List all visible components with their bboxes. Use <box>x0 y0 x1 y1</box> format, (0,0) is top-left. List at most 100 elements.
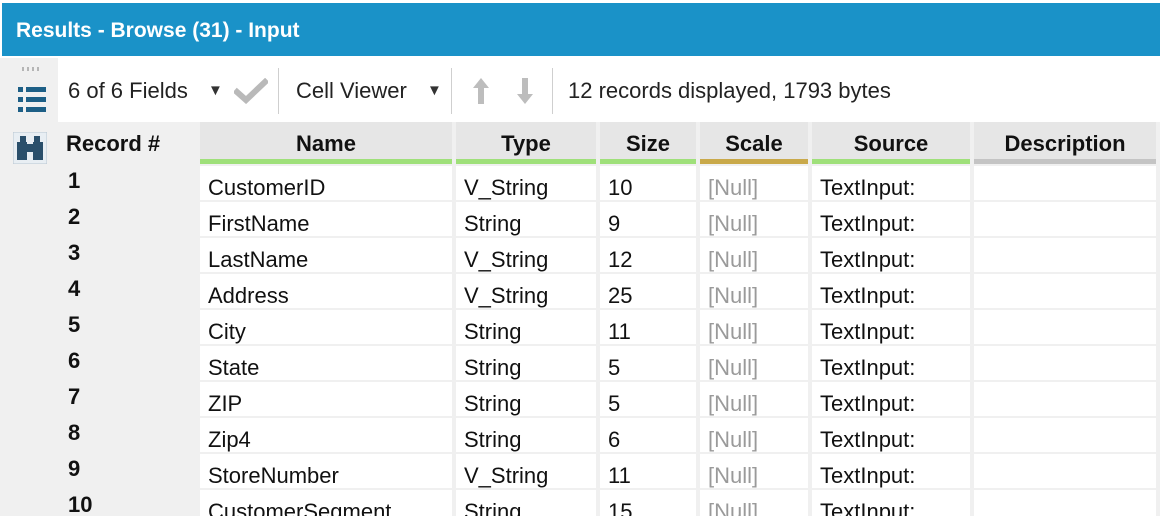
source-cell[interactable]: TextInput: <box>812 238 970 272</box>
name-cell[interactable]: CustomerID <box>200 166 452 200</box>
size-cell[interactable]: 15 <box>600 490 696 516</box>
grip-handle[interactable] <box>22 67 40 71</box>
description-cell[interactable] <box>974 238 1156 272</box>
type-cell[interactable]: String <box>456 418 596 452</box>
window-title: Results - Browse (31) - Input <box>2 3 1160 56</box>
header-type-line <box>600 159 696 164</box>
scale-cell[interactable]: [Null] <box>700 490 808 516</box>
name-cell[interactable]: Address <box>200 274 452 308</box>
record-number[interactable]: 4 <box>58 274 198 308</box>
record-number[interactable]: 3 <box>58 238 198 272</box>
arrow-up-icon[interactable] <box>470 76 492 106</box>
name-cell[interactable]: FirstName <box>200 202 452 236</box>
source-cell[interactable]: TextInput: <box>812 454 970 488</box>
list-icon[interactable] <box>16 82 48 118</box>
column-header-size[interactable]: Size <box>600 122 696 164</box>
name-cell[interactable]: ZIP <box>200 382 452 416</box>
scale-cell[interactable]: [Null] <box>700 454 808 488</box>
column-header-scale[interactable]: Scale <box>700 122 808 164</box>
header-label: Type <box>501 131 551 156</box>
type-cell[interactable]: String <box>456 382 596 416</box>
header-label: Source <box>853 131 929 156</box>
binoculars-icon[interactable] <box>13 132 47 164</box>
source-cell[interactable]: TextInput: <box>812 274 970 308</box>
type-cell[interactable]: V_String <box>456 238 596 272</box>
type-cell[interactable]: String <box>456 310 596 344</box>
type-cell[interactable]: V_String <box>456 454 596 488</box>
description-cell[interactable] <box>974 454 1156 488</box>
arrow-down-icon[interactable] <box>514 76 536 106</box>
description-cell[interactable] <box>974 202 1156 236</box>
size-cell[interactable]: 11 <box>600 454 696 488</box>
record-number[interactable]: 9 <box>58 454 198 488</box>
results-grid: Record # Name Type Size Scale Source Des… <box>58 122 1160 516</box>
description-cell[interactable] <box>974 382 1156 416</box>
scale-cell[interactable]: [Null] <box>700 310 808 344</box>
scale-cell[interactable]: [Null] <box>700 238 808 272</box>
size-cell[interactable]: 11 <box>600 310 696 344</box>
fields-label: 6 of 6 Fields <box>68 78 188 103</box>
cell-viewer-selector[interactable]: Cell Viewer <box>296 58 407 122</box>
record-number[interactable]: 1 <box>58 166 198 200</box>
name-cell[interactable]: StoreNumber <box>200 454 452 488</box>
type-cell[interactable]: V_String <box>456 274 596 308</box>
type-cell[interactable]: String <box>456 202 596 236</box>
scale-cell[interactable]: [Null] <box>700 418 808 452</box>
size-cell[interactable]: 9 <box>600 202 696 236</box>
column-header-type[interactable]: Type <box>456 122 596 164</box>
name-cell[interactable]: State <box>200 346 452 380</box>
name-cell[interactable]: City <box>200 310 452 344</box>
source-cell[interactable]: TextInput: <box>812 418 970 452</box>
toolbar-divider <box>451 68 452 114</box>
description-cell[interactable] <box>974 418 1156 452</box>
column-header-record[interactable]: Record # <box>58 122 198 164</box>
record-number[interactable]: 2 <box>58 202 198 236</box>
chevron-down-icon[interactable]: ▼ <box>427 58 442 122</box>
description-cell[interactable] <box>974 310 1156 344</box>
scale-cell[interactable]: [Null] <box>700 202 808 236</box>
scale-cell[interactable]: [Null] <box>700 382 808 416</box>
size-cell[interactable]: 10 <box>600 166 696 200</box>
header-type-line <box>812 159 970 164</box>
fields-selector[interactable]: 6 of 6 Fields <box>68 58 188 122</box>
column-header-description[interactable]: Description <box>974 122 1156 164</box>
description-cell[interactable] <box>974 346 1156 380</box>
name-cell[interactable]: CustomerSegment <box>200 490 452 516</box>
name-cell[interactable]: Zip4 <box>200 418 452 452</box>
record-number[interactable]: 10 <box>58 490 198 516</box>
scale-cell[interactable]: [Null] <box>700 166 808 200</box>
column-header-name[interactable]: Name <box>200 122 452 164</box>
name-cell[interactable]: LastName <box>200 238 452 272</box>
type-cell[interactable]: String <box>456 490 596 516</box>
header-type-line <box>200 159 452 164</box>
header-label: Description <box>1004 131 1126 156</box>
source-cell[interactable]: TextInput: <box>812 202 970 236</box>
size-cell[interactable]: 12 <box>600 238 696 272</box>
description-cell[interactable] <box>974 490 1156 516</box>
source-cell[interactable]: TextInput: <box>812 310 970 344</box>
record-number[interactable]: 6 <box>58 346 198 380</box>
description-cell[interactable] <box>974 166 1156 200</box>
toolbar-divider <box>278 68 279 114</box>
type-cell[interactable]: String <box>456 346 596 380</box>
header-label: Name <box>296 131 356 156</box>
size-cell[interactable]: 25 <box>600 274 696 308</box>
column-header-source[interactable]: Source <box>812 122 970 164</box>
description-cell[interactable] <box>974 274 1156 308</box>
scale-cell[interactable]: [Null] <box>700 274 808 308</box>
chevron-down-icon[interactable]: ▼ <box>208 58 223 122</box>
source-cell[interactable]: TextInput: <box>812 346 970 380</box>
source-cell[interactable]: TextInput: <box>812 382 970 416</box>
size-cell[interactable]: 5 <box>600 382 696 416</box>
size-cell[interactable]: 5 <box>600 346 696 380</box>
scale-cell[interactable]: [Null] <box>700 346 808 380</box>
record-number[interactable]: 7 <box>58 382 198 416</box>
header-label: Size <box>625 131 671 156</box>
size-cell[interactable]: 6 <box>600 418 696 452</box>
record-number[interactable]: 8 <box>58 418 198 452</box>
source-cell[interactable]: TextInput: <box>812 490 970 516</box>
type-cell[interactable]: V_String <box>456 166 596 200</box>
record-number[interactable]: 5 <box>58 310 198 344</box>
checkmark-icon[interactable] <box>234 78 268 104</box>
source-cell[interactable]: TextInput: <box>812 166 970 200</box>
